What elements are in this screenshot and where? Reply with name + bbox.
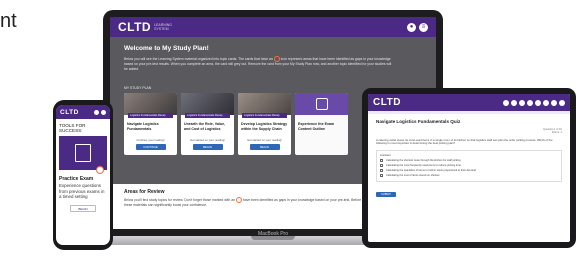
study-card[interactable]: Logistics Fundamentals Recap Develop Log… <box>238 93 291 155</box>
card-note: Get started on your reading! <box>247 138 282 142</box>
quiz-title: Navigate Logistics Fundamentals Quiz <box>376 119 461 124</box>
exam-sheet-icon <box>75 144 91 162</box>
begin-button[interactable]: BEGIN <box>192 144 223 150</box>
cltd-logo[interactable]: CLTD <box>373 97 401 108</box>
app-header: CLTD <box>56 105 110 119</box>
checklist-icon <box>315 98 328 110</box>
desc-part-1: Below you will see the Learning System m… <box>124 56 273 61</box>
quiz-points: Points: 1 <box>551 131 562 135</box>
practice-description: Experience questions from previous exams… <box>59 183 105 199</box>
continue-button[interactable]: CONTINUE <box>135 144 166 150</box>
card-title: Experience the Exam Content Outline <box>298 122 335 131</box>
answer-text: Calculating the cost of items stored on … <box>386 173 440 177</box>
checkbox-icon[interactable] <box>380 163 383 167</box>
tablet-device: CLTD Navigate Logistics Fundamentals Qui… <box>362 88 576 248</box>
card-image <box>295 93 348 115</box>
card-badge: Logistics Fundamentals Recap <box>128 113 173 118</box>
begin-button[interactable]: BEGIN <box>249 144 280 150</box>
review-part-1: Below you'll find study topics for revie… <box>124 197 235 202</box>
page-title: Welcome to My Study Plan! <box>124 45 209 52</box>
quiz-question: A catering outlet stores its most-used i… <box>376 137 553 146</box>
card-image <box>124 93 177 115</box>
cropped-page-text: nt <box>0 10 17 32</box>
nav-icon[interactable] <box>535 99 541 106</box>
app-header: CLTD <box>368 94 570 111</box>
checkbox-icon[interactable] <box>380 158 383 162</box>
nav-icon[interactable] <box>503 99 509 106</box>
app-header: CLTD LEARNING SYSTEM ● ≡ <box>110 17 436 37</box>
card-badge: Logistics Fundamentals Recap <box>242 113 287 118</box>
study-card[interactable]: Logistics Fundamentals Recap Unearth the… <box>181 93 234 155</box>
checkbox-icon[interactable] <box>380 173 383 177</box>
card-badge: Logistics Fundamentals Recap <box>185 113 230 118</box>
answer-text: Calculating the quantities of items to h… <box>386 168 476 172</box>
nav-icon[interactable] <box>511 99 517 106</box>
card-note: Get started on your reading! <box>190 138 225 142</box>
card-note: Continue your reading! <box>136 138 165 142</box>
tablet-screen: CLTD Navigate Logistics Fundamentals Qui… <box>368 94 570 242</box>
card-image <box>181 93 234 115</box>
tools-heading: TOOLS FOR SUCCESS: <box>59 123 86 133</box>
page-description: Below you will see the Learning System m… <box>124 56 394 72</box>
card-title: Unearth the Role, Value, and Cost of Log… <box>184 122 226 131</box>
menu-icon[interactable] <box>101 109 106 115</box>
card-image <box>238 93 291 115</box>
menu-icon[interactable] <box>559 99 565 106</box>
user-icon[interactable] <box>94 109 99 115</box>
submit-button[interactable]: SUBMIT <box>376 191 396 197</box>
answer-text: Calculating the most frequently used ite… <box>386 163 461 167</box>
checkbox-icon[interactable] <box>380 168 383 172</box>
answer-text: Calculating the shortest route through t… <box>386 158 461 162</box>
card-title: Develop Logistics Strategy within the Su… <box>241 122 288 131</box>
answer-options: Answers Calculating the shortest route t… <box>376 150 562 182</box>
laptop-notch <box>251 236 295 240</box>
phone-device: CLTD TOOLS FOR SUCCESS: Practice Exam Ex… <box>53 100 113 250</box>
study-card[interactable]: Experience the Exam Content Outline <box>295 93 348 155</box>
phone-screen: CLTD TOOLS FOR SUCCESS: Practice Exam Ex… <box>56 105 110 245</box>
cltd-logo[interactable]: CLTD <box>60 109 79 116</box>
practice-exam-image <box>59 136 107 174</box>
nav-icon[interactable] <box>519 99 525 106</box>
answer-option[interactable]: Calculating the cost of items stored on … <box>380 173 558 178</box>
gap-marker-icon <box>235 197 242 203</box>
card-title: Navigate Logistics Fundamentals <box>127 122 159 131</box>
nav-icon[interactable] <box>551 99 557 106</box>
cltd-logo[interactable]: CLTD <box>118 20 151 34</box>
nav-icon[interactable] <box>527 99 533 106</box>
menu-icon[interactable]: ≡ <box>419 22 428 32</box>
study-card[interactable]: Logistics Fundamentals Recap Navigate Lo… <box>124 93 177 155</box>
user-icon[interactable]: ● <box>407 22 416 32</box>
gap-marker-icon <box>96 166 104 174</box>
logo-subtitle: LEARNING SYSTEM <box>154 23 173 31</box>
begin-button[interactable]: BEGIN <box>70 204 96 212</box>
nav-icon[interactable] <box>543 99 549 106</box>
